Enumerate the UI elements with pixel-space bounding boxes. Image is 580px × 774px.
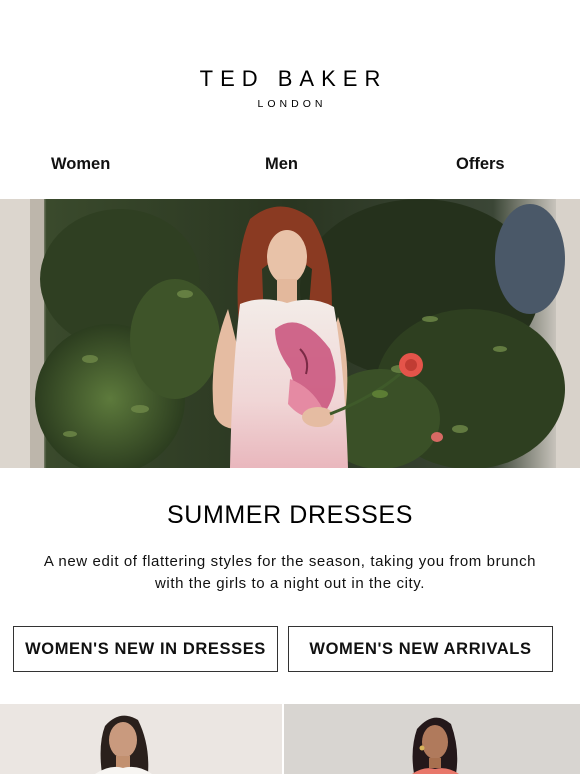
nav-item-offers[interactable]: Offers (456, 155, 505, 174)
brand-name: TED BAKER (199, 66, 388, 91)
nav-item-women[interactable]: Women (51, 155, 110, 174)
hero-image[interactable] (0, 199, 580, 468)
nav-item-men[interactable]: Men (265, 155, 298, 174)
womens-new-arrivals-button[interactable]: WOMEN'S NEW ARRIVALS (288, 626, 553, 672)
brand-logo[interactable]: TED BAKER LONDON (0, 66, 580, 110)
section-title: SUMMER DRESSES (167, 501, 413, 529)
main-nav: Women Men Offers (0, 155, 580, 177)
product-image-1[interactable] (0, 704, 282, 774)
product-image-2[interactable] (284, 704, 580, 774)
brand-sub: LONDON (257, 98, 327, 110)
womens-new-in-dresses-button[interactable]: WOMEN'S NEW IN DRESSES (13, 626, 278, 672)
section-description: A new edit of flattering styles for the … (43, 553, 537, 592)
